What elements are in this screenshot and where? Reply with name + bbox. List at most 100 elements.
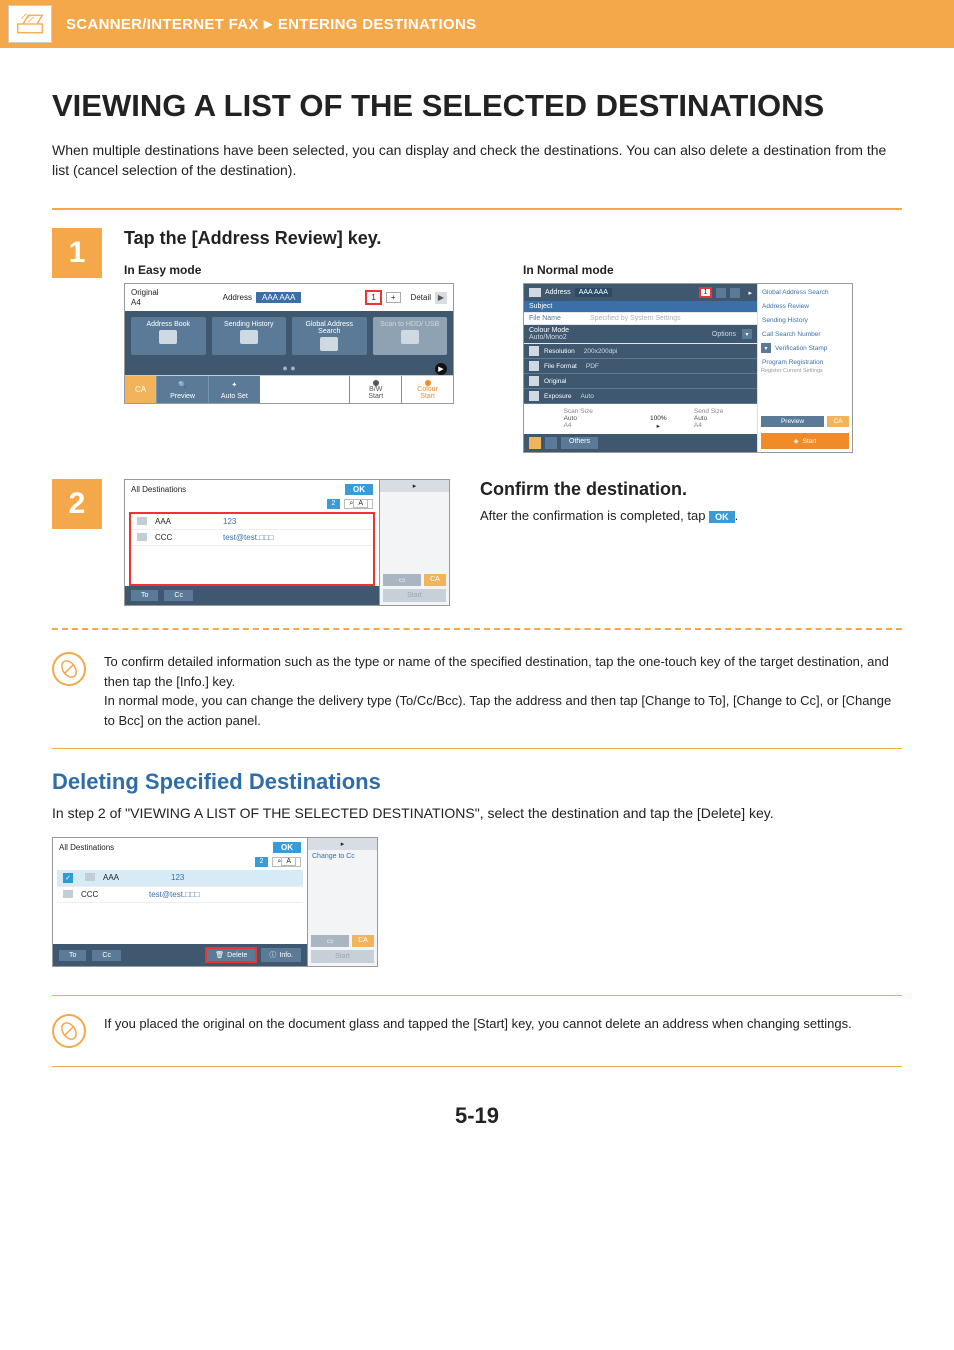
preview-icon: 🔍 <box>175 379 191 391</box>
collapse-arrow-icon[interactable]: ▸ <box>308 838 377 850</box>
divider <box>52 208 902 210</box>
global-search-button[interactable]: Global Address Search <box>292 317 367 355</box>
fileformat-icon <box>529 361 539 371</box>
to-tab[interactable]: To <box>131 590 158 601</box>
cc-tab[interactable]: Cc <box>92 950 121 961</box>
normal-mode-label: In Normal mode <box>523 263 902 277</box>
breadcrumb-subsection[interactable]: ENTERING DESTINATIONS <box>278 16 477 33</box>
ca-button[interactable]: CA <box>125 376 156 403</box>
ok-button[interactable]: OK <box>273 842 301 853</box>
destinations-screenshot: All DestinationsOK 2⌕A AAA123 CCCtest@te… <box>124 479 380 606</box>
info-icon: ⓘ <box>269 950 276 960</box>
detail-arrow-icon[interactable]: ▸ <box>748 289 752 297</box>
fileformat-row[interactable]: File FormatPDF <box>524 359 757 374</box>
original-row[interactable]: Original <box>524 374 757 389</box>
change-to-cc-link[interactable]: Change to Cc <box>308 850 377 863</box>
start-button[interactable]: ◈Start <box>761 433 849 449</box>
delete-button[interactable]: 🗑Delete <box>207 949 255 961</box>
page-title: VIEWING A LIST OF THE SELECTED DESTINATI… <box>52 88 902 124</box>
call-search-link[interactable]: Call Search Number <box>761 329 849 340</box>
favorite-icon[interactable] <box>529 437 541 449</box>
action-panel: Global Address Search Address Review Sen… <box>757 284 852 452</box>
sending-history-button[interactable]: Sending History <box>212 317 287 355</box>
address-book-button[interactable]: Address Book <box>131 317 206 355</box>
address-count[interactable]: 1 <box>699 287 713 298</box>
resolution-icon <box>529 346 539 356</box>
scan-to-hdd-button: Scan to HDD/ USB <box>373 317 448 355</box>
ca-button[interactable]: CA <box>424 574 446 586</box>
start-icon: ◈ <box>794 437 799 445</box>
step-2-heading: Confirm the destination. <box>480 479 738 500</box>
divider <box>52 748 902 749</box>
side-action-panel: ▸ ▭CA Start <box>380 479 450 606</box>
chevron-down-icon[interactable]: ▾ <box>761 343 771 353</box>
page-dots: ● ●▶ <box>125 361 453 375</box>
ca-button[interactable]: CA <box>827 416 849 427</box>
scan-size[interactable]: Scan SizeAutoA4 <box>564 408 623 430</box>
to-tab[interactable]: To <box>59 950 86 961</box>
cc-tab[interactable]: Cc <box>164 590 193 601</box>
address-value[interactable]: AAA AAA <box>575 288 612 297</box>
ok-inline-badge: OK <box>709 511 735 523</box>
colourmode-row[interactable]: Colour ModeAuto/Mono2Options▾ <box>524 325 757 344</box>
next-page-icon[interactable]: ▶ <box>435 363 447 375</box>
list-item[interactable]: CCCtest@test.□□□ <box>131 530 373 546</box>
sending-history-link[interactable]: Sending History <box>761 315 849 326</box>
note-1: To confirm detailed information such as … <box>52 652 902 730</box>
address-count[interactable]: 1 <box>365 290 381 305</box>
verification-stamp-link[interactable]: Verification Stamp <box>774 343 849 354</box>
bw-start-button[interactable]: B/WStart <box>349 376 401 403</box>
address-label: Address <box>545 289 571 296</box>
exposure-icon <box>529 391 539 401</box>
original-info: Original A4 <box>131 288 159 307</box>
plus-icon[interactable] <box>716 288 726 298</box>
easy-mode-screenshot: Original A4 Address AAA AAA 1 + Detail <box>124 283 454 404</box>
arrow-right-icon[interactable]: ▶ <box>435 292 447 304</box>
list-item[interactable]: CCCtest@test.□□□ <box>57 887 303 903</box>
info-button[interactable]: ⓘInfo. <box>261 948 301 962</box>
exposure-row[interactable]: ExposureAuto <box>524 389 757 404</box>
preview-button[interactable]: ▭ <box>311 935 349 947</box>
filename-row[interactable]: File NameSpecified by System Settings <box>524 313 757 325</box>
page-number: 5-19 <box>52 1103 902 1129</box>
address-review-link[interactable]: Address Review <box>761 301 849 312</box>
address-value[interactable]: AAA AAA <box>256 292 301 303</box>
dashed-divider <box>52 628 902 630</box>
ok-button[interactable]: OK <box>345 484 373 495</box>
sort-numeric[interactable]: 2 <box>327 499 341 509</box>
chevron-down-icon[interactable]: ▾ <box>742 329 752 339</box>
step-number-1: 1 <box>52 228 102 278</box>
collapse-arrow-icon[interactable]: ▸ <box>380 480 449 492</box>
mail-icon <box>85 873 95 881</box>
step-number-2: 2 <box>52 479 102 529</box>
program-reg-link[interactable]: Program Registration <box>761 357 849 368</box>
preview-button[interactable]: 🔍Preview <box>156 376 208 403</box>
sort-numeric[interactable]: 2 <box>255 857 269 867</box>
detail-link[interactable]: Detail <box>411 293 431 302</box>
resolution-row[interactable]: Resolution200x200dpi <box>524 344 757 359</box>
preview-button[interactable]: ▭ <box>383 574 421 586</box>
colour-start-button[interactable]: ColourStart <box>401 376 453 403</box>
list-item-selected[interactable]: ✓AAA123 <box>57 870 303 887</box>
search-icon[interactable] <box>730 288 740 298</box>
preview-button[interactable]: Preview <box>761 416 824 427</box>
global-search-link[interactable]: Global Address Search <box>761 287 849 298</box>
breadcrumb-section[interactable]: SCANNER/INTERNET FAX <box>66 16 259 33</box>
add-address-button[interactable]: + <box>386 292 401 303</box>
others-button[interactable]: Others <box>561 437 598 449</box>
all-destinations-label: All Destinations <box>59 843 114 852</box>
send-size[interactable]: Send SizeAutoA4 <box>694 408 753 430</box>
intro-text: When multiple destinations have been sel… <box>52 140 902 181</box>
sort-alpha[interactable]: ⌕A <box>272 857 301 867</box>
check-icon[interactable] <box>545 437 557 449</box>
sort-alpha[interactable]: ⌕A <box>344 499 373 509</box>
original-label: Original <box>131 288 159 298</box>
start-button-disabled: Start <box>311 950 374 963</box>
breadcrumb: SCANNER/INTERNET FAX►ENTERING DESTINATIO… <box>66 16 476 33</box>
subject-row[interactable]: Subject <box>524 301 757 313</box>
list-item[interactable]: AAA123 <box>131 514 373 530</box>
step-2: 2 All DestinationsOK 2⌕A AAA123 CCCtest@… <box>52 479 902 606</box>
autoset-button[interactable]: ✦Auto Set <box>208 376 260 403</box>
ca-button[interactable]: CA <box>352 935 374 947</box>
original-icon <box>529 376 539 386</box>
